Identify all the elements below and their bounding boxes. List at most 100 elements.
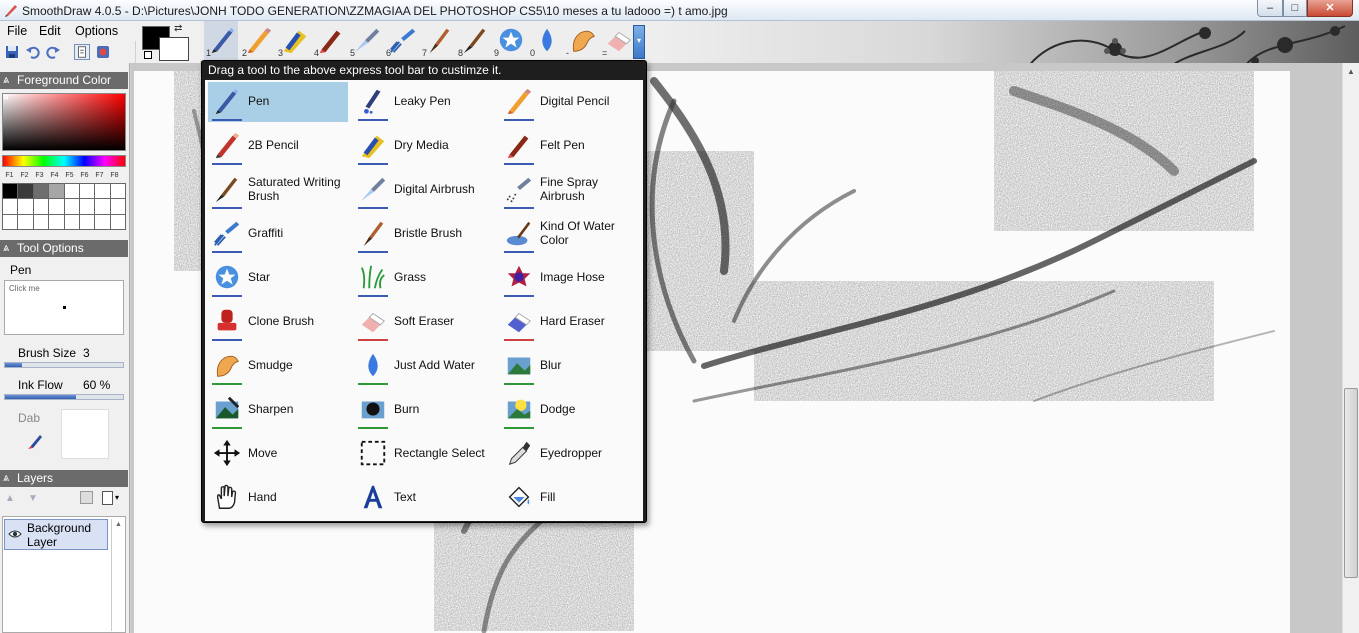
- new-layer-dropdown-icon[interactable]: ▾: [115, 493, 119, 502]
- tool-just-add-water[interactable]: Just Add Water: [354, 346, 494, 386]
- document-icon[interactable]: [74, 44, 90, 60]
- background-swatch[interactable]: [159, 37, 189, 61]
- palette-swatch[interactable]: [18, 184, 33, 199]
- eye-icon[interactable]: [8, 528, 22, 540]
- tool-burn[interactable]: Burn: [354, 390, 494, 430]
- undo-icon[interactable]: [25, 44, 41, 60]
- tool-grass[interactable]: Grass: [354, 258, 494, 298]
- layer-row[interactable]: Background Layer: [4, 519, 108, 550]
- collapse-chevron-icon[interactable]: ⩓: [3, 240, 9, 257]
- hue-strip[interactable]: [2, 155, 126, 167]
- tool-sharpen[interactable]: Sharpen: [208, 390, 348, 430]
- collapse-chevron-icon[interactable]: ⩓: [3, 470, 9, 487]
- tool-options-header[interactable]: ⩓ Tool Options: [0, 240, 128, 257]
- maximize-button[interactable]: □: [1283, 0, 1307, 17]
- dab-brush-icon[interactable]: [26, 430, 46, 450]
- palette-swatch[interactable]: [33, 199, 49, 214]
- palette-swatch[interactable]: [33, 214, 49, 229]
- tool-star[interactable]: Star: [208, 258, 348, 298]
- saturation-value-picker[interactable]: [2, 93, 126, 151]
- vertical-scrollbar[interactable]: ▲: [1342, 63, 1359, 633]
- scroll-up-icon[interactable]: ▲: [1343, 63, 1359, 80]
- express-tool-saturated-writing-brush[interactable]: 8: [456, 21, 490, 61]
- palette-swatch[interactable]: [95, 199, 110, 214]
- palette-swatch[interactable]: [64, 214, 79, 229]
- tool-fill[interactable]: Fill: [500, 478, 640, 518]
- tool-leaky-pen[interactable]: Leaky Pen: [354, 82, 494, 122]
- tool-text[interactable]: Text: [354, 478, 494, 518]
- menu-file[interactable]: File: [7, 24, 27, 38]
- palette-swatch[interactable]: [3, 214, 18, 229]
- layers-header[interactable]: ⩓ Layers: [0, 470, 128, 487]
- record-icon[interactable]: [95, 44, 111, 60]
- palette-swatch[interactable]: [3, 199, 18, 214]
- swap-colors-icon[interactable]: ⇄: [174, 23, 182, 34]
- tool-bristle-brush[interactable]: Bristle Brush: [354, 214, 494, 254]
- menu-edit[interactable]: Edit: [39, 24, 61, 38]
- palette-swatch[interactable]: [3, 184, 18, 199]
- tool-digital-airbrush[interactable]: Digital Airbrush: [354, 170, 494, 210]
- palette-swatch[interactable]: [64, 184, 79, 199]
- redo-icon[interactable]: [45, 44, 61, 60]
- tool-water-color[interactable]: Kind Of Water Color: [500, 214, 640, 254]
- palette-swatch[interactable]: [95, 214, 110, 229]
- layer-properties-icon[interactable]: [80, 491, 93, 504]
- tool-dodge[interactable]: Dodge: [500, 390, 640, 430]
- tool-clone-brush[interactable]: Clone Brush: [208, 302, 348, 342]
- palette-swatch[interactable]: [18, 199, 33, 214]
- tool-rectangle-select[interactable]: Rectangle Select: [354, 434, 494, 474]
- brush-test-pad[interactable]: Click me: [4, 280, 124, 335]
- tool-saturated-writing-brush[interactable]: Saturated Writing Brush: [208, 170, 348, 210]
- express-tool-bristle-brush[interactable]: 7: [420, 21, 454, 61]
- express-tool-graffiti[interactable]: 6: [384, 21, 418, 61]
- express-tool-pen[interactable]: 1: [204, 21, 238, 61]
- palette-swatch[interactable]: [110, 184, 125, 199]
- menu-options[interactable]: Options: [75, 24, 118, 38]
- express-tool-digital-pencil[interactable]: 2: [240, 21, 274, 61]
- tool-hard-eraser[interactable]: Hard Eraser: [500, 302, 640, 342]
- scroll-up-icon[interactable]: ▲: [115, 521, 122, 528]
- tool-graffiti[interactable]: Graffiti: [208, 214, 348, 254]
- layers-scrollbar[interactable]: ▲: [111, 519, 125, 631]
- tool-dry-media[interactable]: Dry Media: [354, 126, 494, 166]
- palette-swatch[interactable]: [49, 184, 64, 199]
- express-tool-dry-media[interactable]: 3: [276, 21, 310, 61]
- express-tool-star[interactable]: 9: [492, 21, 526, 61]
- express-bar-dropdown-button[interactable]: ▾: [633, 25, 645, 59]
- tool-hand[interactable]: Hand: [208, 478, 348, 518]
- new-layer-icon[interactable]: [102, 491, 113, 505]
- express-tool-smudge[interactable]: -: [564, 21, 598, 61]
- palette-swatch[interactable]: [95, 184, 110, 199]
- move-layer-up-icon[interactable]: ▲: [5, 493, 15, 504]
- tool-digital-pencil[interactable]: Digital Pencil: [500, 82, 640, 122]
- tool-pen[interactable]: Pen: [208, 82, 348, 122]
- ink-flow-slider[interactable]: [4, 394, 124, 400]
- palette-swatch[interactable]: [110, 214, 125, 229]
- express-tool-soft-eraser[interactable]: =: [600, 21, 634, 61]
- dab-preview[interactable]: [61, 409, 109, 459]
- palette-swatch[interactable]: [33, 184, 49, 199]
- palette-swatch[interactable]: [79, 214, 95, 229]
- save-icon[interactable]: [4, 44, 20, 60]
- express-tool-just-add-water[interactable]: 0: [528, 21, 562, 61]
- tool-soft-eraser[interactable]: Soft Eraser: [354, 302, 494, 342]
- palette-swatch[interactable]: [49, 214, 64, 229]
- reset-colors-icon[interactable]: [144, 51, 152, 59]
- scrollbar-thumb[interactable]: [1344, 388, 1358, 578]
- tool-eyedropper[interactable]: Eyedropper: [500, 434, 640, 474]
- palette-swatch[interactable]: [18, 214, 33, 229]
- palette-swatch[interactable]: [49, 199, 64, 214]
- collapse-chevron-icon[interactable]: ⩓: [3, 72, 9, 89]
- express-tool-felt-pen[interactable]: 4: [312, 21, 346, 61]
- tool-felt-pen[interactable]: Felt Pen: [500, 126, 640, 166]
- close-button[interactable]: ✕: [1307, 0, 1353, 17]
- tool-blur[interactable]: Blur: [500, 346, 640, 386]
- tool-fine-spray-airbrush[interactable]: Fine Spray Airbrush: [500, 170, 640, 210]
- tool-smudge[interactable]: Smudge: [208, 346, 348, 386]
- tool-image-hose[interactable]: Image Hose: [500, 258, 640, 298]
- tool-move[interactable]: Move: [208, 434, 348, 474]
- minimize-button[interactable]: –: [1257, 0, 1283, 17]
- brush-size-slider[interactable]: [4, 362, 124, 368]
- move-layer-down-icon[interactable]: ▼: [28, 493, 38, 504]
- palette-swatch[interactable]: [79, 199, 95, 214]
